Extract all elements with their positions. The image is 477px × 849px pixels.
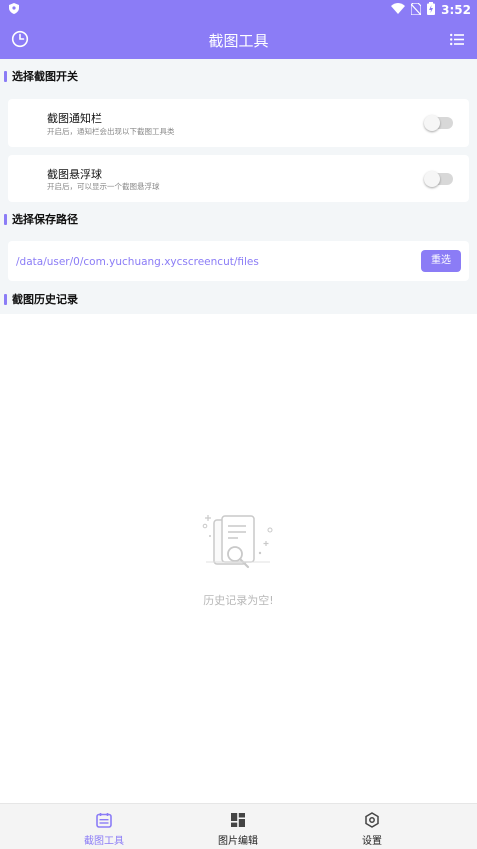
section-accent-bar: [4, 213, 7, 225]
menu-list-icon[interactable]: [450, 31, 464, 50]
nav-label: 设置: [362, 836, 382, 847]
app-root: 3:52 截图工具 选择截图开关 截图通知栏 开启后，通知栏会出现以下截图工具类…: [0, 0, 477, 849]
settings-icon: [327, 812, 417, 828]
screenshot-tool-icon: [59, 812, 149, 828]
app-header: 截图工具: [0, 19, 477, 59]
switch-subtitle: 开启后，通知栏会出现以下截图工具类: [47, 127, 175, 136]
status-time: 3:52: [441, 3, 471, 17]
status-bar: 3:52: [0, 0, 477, 19]
float-ball-toggle[interactable]: [424, 171, 453, 187]
settings-content: 选择截图开关 截图通知栏 开启后，通知栏会出现以下截图工具类 截图悬浮球 开启后…: [0, 59, 477, 314]
switch-title: 截图通知栏: [47, 112, 102, 125]
image-edit-icon: [193, 812, 283, 828]
switch-card-float-ball: 截图悬浮球 开启后，可以显示一个截图悬浮球: [8, 155, 469, 202]
wifi-icon: [391, 3, 406, 17]
nav-tab-image-edit[interactable]: 图片编辑: [193, 804, 283, 849]
toggle-knob: [424, 115, 440, 131]
battery-icon: [427, 2, 436, 18]
section-accent-bar: [4, 293, 7, 305]
nav-label: 图片编辑: [218, 836, 258, 847]
section-title-text: 选择截图开关: [12, 70, 78, 83]
page-title: 截图工具: [208, 32, 269, 50]
save-path-card: /data/user/0/com.yuchuang.xycscreencut/f…: [8, 241, 469, 281]
reselect-path-button[interactable]: 重选: [421, 250, 461, 272]
section-title-text: 选择保存路径: [12, 213, 78, 226]
section-accent-bar: [4, 70, 7, 82]
save-path-text: /data/user/0/com.yuchuang.xycscreencut/f…: [16, 256, 259, 268]
switch-title: 截图悬浮球: [47, 168, 102, 181]
switch-subtitle: 开启后，可以显示一个截图悬浮球: [47, 182, 160, 191]
section-title-switches: 选择截图开关: [4, 68, 78, 84]
nav-tab-screenshot-tool[interactable]: 截图工具: [59, 804, 149, 849]
section-title-path: 选择保存路径: [4, 211, 78, 227]
bottom-nav: 截图工具 图片编辑 设置: [0, 803, 477, 849]
section-title-text: 截图历史记录: [12, 293, 78, 306]
empty-history-icon: [200, 512, 278, 578]
no-sim-icon: [410, 1, 422, 18]
toggle-knob: [424, 171, 440, 187]
section-title-history: 截图历史记录: [4, 291, 78, 307]
nav-label: 截图工具: [84, 836, 124, 847]
empty-history-text: 历史记录为空!: [203, 594, 274, 607]
nav-tab-settings[interactable]: 设置: [327, 804, 417, 849]
switch-card-notification: 截图通知栏 开启后，通知栏会出现以下截图工具类: [8, 99, 469, 147]
shield-notification-icon: [9, 3, 19, 17]
notification-toggle[interactable]: [424, 115, 453, 131]
